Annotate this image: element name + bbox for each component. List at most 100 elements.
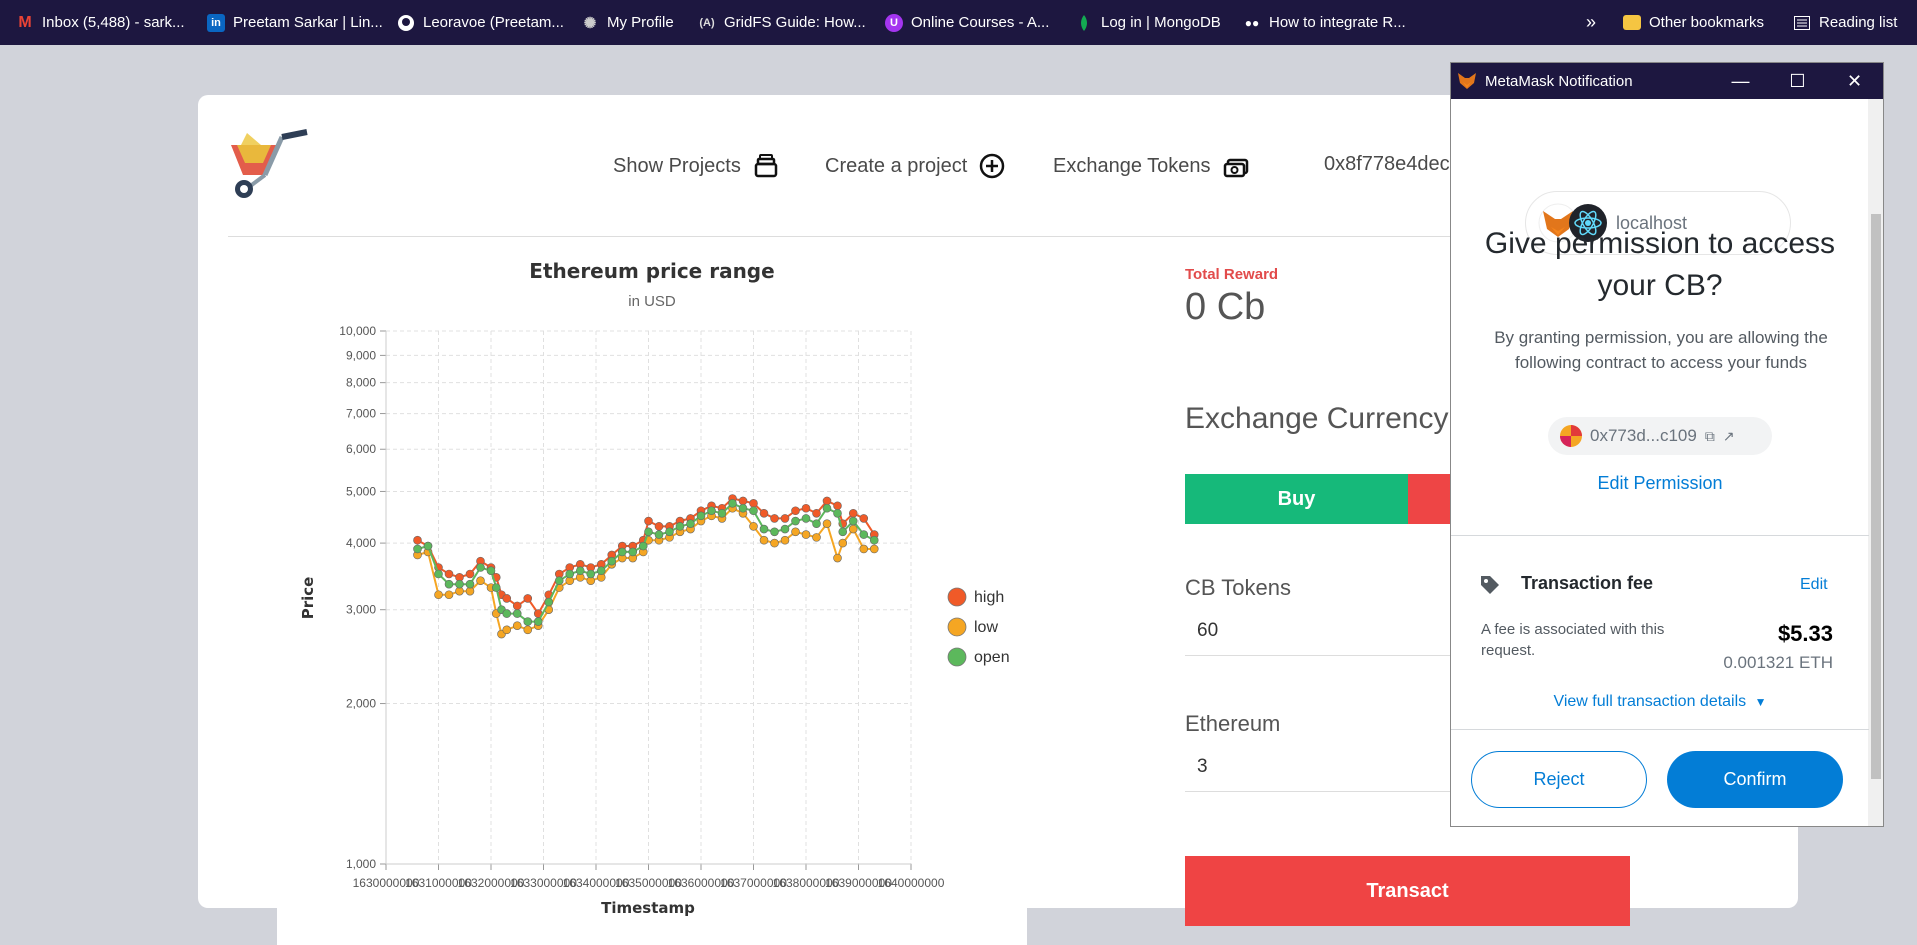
- data-point-low: [791, 527, 800, 537]
- reject-button[interactable]: Reject: [1471, 751, 1647, 808]
- maximize-button[interactable]: ☐: [1769, 63, 1826, 99]
- metamask-scrollbar[interactable]: [1868, 99, 1883, 826]
- cb-tokens-input[interactable]: 60: [1185, 610, 1450, 656]
- data-point-open: [444, 579, 454, 589]
- x-axis-label: Timestamp: [601, 899, 695, 917]
- data-point-open: [686, 519, 695, 528]
- bookmark-linkedin[interactable]: in Preetam Sarkar | Lin...: [199, 0, 391, 45]
- y-tick-label: 2,000: [346, 697, 376, 711]
- data-point-open: [596, 566, 606, 576]
- data-point-open: [491, 583, 501, 592]
- medium-icon: ●●: [1244, 15, 1260, 30]
- total-reward-value: 0 Cb: [1185, 286, 1266, 328]
- data-point-open: [665, 527, 674, 537]
- nav-show-projects[interactable]: Show Projects: [613, 153, 779, 179]
- y-tick-label: 9,000: [346, 348, 376, 362]
- nav-create-project[interactable]: Create a project: [825, 153, 1005, 179]
- bookmark-gridfs[interactable]: (A) GridFS Guide: How...: [690, 0, 874, 45]
- y-axis-ticks: 1,000 2,000 3,000 4,000 5,000 6,000 7,000 8,000…: [339, 324, 386, 871]
- metamask-notification-window: MetaMask Notification — ☐ ✕ localhost Gi…: [1450, 62, 1884, 827]
- x-axis-ticks: 1630000000163100000016320000001633000000…: [353, 864, 945, 890]
- cash-icon: [1223, 158, 1248, 178]
- ethereum-input[interactable]: 3: [1185, 746, 1450, 792]
- data-point-high: [812, 508, 821, 518]
- data-point-open: [544, 597, 554, 607]
- data-point-high: [770, 514, 779, 523]
- bookmarks-bar: M Inbox (5,488) - sark... in Preetam Sar…: [0, 0, 1917, 45]
- total-reward-label: Total Reward: [1185, 266, 1279, 283]
- data-point-high: [833, 501, 842, 511]
- data-point-open: [565, 569, 575, 579]
- buy-button[interactable]: Buy: [1185, 474, 1408, 524]
- data-point-open: [791, 516, 800, 526]
- gridfs-icon: (A): [699, 16, 715, 29]
- data-point-high: [759, 508, 769, 518]
- data-point-open: [822, 503, 832, 513]
- data-point-open: [638, 541, 648, 551]
- bookmarks-overflow-button[interactable]: »: [1578, 0, 1604, 45]
- chart-subtitle: in USD: [628, 293, 676, 310]
- mongodb-leaf-icon: [1075, 14, 1093, 32]
- data-point-low: [869, 544, 879, 554]
- reading-list-icon: [1793, 14, 1811, 32]
- legend-label-open: open: [974, 649, 1010, 666]
- separator: [1451, 729, 1869, 730]
- view-transaction-details-link[interactable]: View full transaction details ▼: [1471, 693, 1849, 711]
- bookmark-medium[interactable]: ●● How to integrate R...: [1235, 0, 1414, 45]
- other-bookmarks-button[interactable]: Other bookmarks: [1615, 0, 1772, 45]
- data-point-open: [434, 569, 443, 579]
- reading-list-button[interactable]: Reading list: [1785, 0, 1905, 45]
- nav-exchange-tokens[interactable]: Exchange Tokens: [1053, 153, 1249, 179]
- bookmark-gmail[interactable]: M Inbox (5,488) - sark...: [8, 0, 193, 45]
- legend-label-high: high: [974, 589, 1004, 606]
- legend-label-low: low: [974, 619, 998, 636]
- data-point-open: [486, 566, 496, 576]
- close-button[interactable]: ✕: [1826, 63, 1883, 99]
- bookmark-udemy[interactable]: U Online Courses - A...: [877, 0, 1057, 45]
- data-point-open: [533, 617, 543, 626]
- cb-tokens-label: CB Tokens: [1185, 575, 1291, 600]
- data-point-open: [801, 514, 811, 523]
- data-point-open: [859, 530, 869, 539]
- y-tick-label: 10,000: [339, 324, 376, 338]
- bookmark-mongodb[interactable]: Log in | MongoDB: [1067, 0, 1229, 45]
- transact-button[interactable]: Transact: [1185, 856, 1630, 926]
- sell-button[interactable]: [1408, 474, 1450, 524]
- data-point-open: [654, 530, 664, 539]
- data-point-open: [523, 617, 533, 626]
- fee-edit-link[interactable]: Edit: [1800, 576, 1828, 594]
- data-point-low: [759, 535, 769, 545]
- data-point-high: [523, 594, 533, 603]
- data-point-low: [838, 538, 848, 548]
- separator: [1451, 535, 1869, 536]
- confirm-button[interactable]: Confirm: [1667, 751, 1843, 808]
- minimize-button[interactable]: —: [1712, 63, 1769, 99]
- chart-series: [413, 494, 879, 639]
- exchange-currency-title: Exchange Currency: [1185, 402, 1449, 435]
- wheelbarrow-logo[interactable]: [227, 127, 309, 202]
- data-point-open: [717, 508, 727, 518]
- external-link-icon[interactable]: ↗: [1723, 428, 1735, 445]
- transaction-fee-title: Transaction fee: [1521, 573, 1654, 593]
- data-point-open: [413, 544, 422, 554]
- data-point-open: [617, 547, 627, 557]
- ethereum-label: Ethereum: [1185, 711, 1281, 736]
- data-point-open: [780, 524, 790, 534]
- y-tick-label: 7,000: [346, 407, 376, 421]
- linkedin-icon: in: [207, 13, 225, 32]
- data-point-open: [502, 609, 512, 618]
- permission-description: By granting permission, you are allowing…: [1494, 328, 1828, 372]
- data-point-high: [502, 594, 512, 603]
- data-point-open: [838, 527, 848, 537]
- nav-divider: [228, 236, 1468, 237]
- data-point-high: [413, 535, 422, 545]
- scrollbar-thumb[interactable]: [1871, 214, 1881, 779]
- edit-permission-link[interactable]: Edit Permission: [1471, 473, 1849, 494]
- copy-icon[interactable]: ⧉: [1705, 428, 1715, 445]
- nav-account-address[interactable]: 0x8f778e4dec: [1324, 153, 1450, 176]
- chart-legend: high low open: [947, 587, 1010, 667]
- legend-marker-open: [947, 647, 967, 667]
- bookmark-my-profile[interactable]: ✺ My Profile: [573, 0, 682, 45]
- bookmark-github[interactable]: Leoravoe (Preetam...: [389, 0, 572, 45]
- data-point-high: [512, 601, 522, 611]
